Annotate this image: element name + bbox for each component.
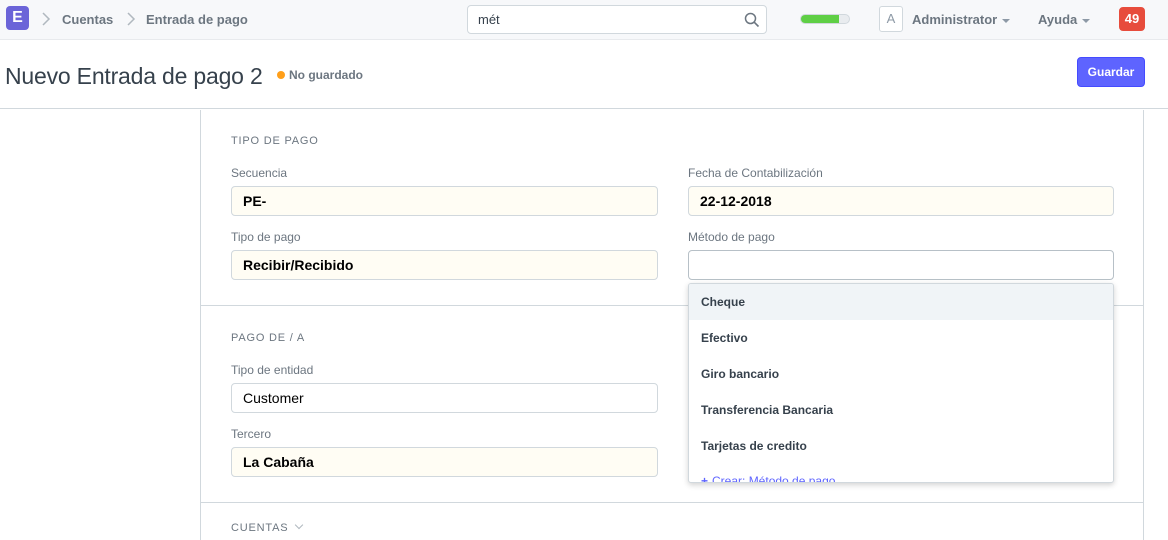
- app-logo[interactable]: E: [6, 6, 29, 30]
- metodo-de-pago-dropdown: Cheque Efectivo Giro bancario Transferen…: [688, 283, 1114, 483]
- avatar[interactable]: A: [879, 6, 903, 32]
- tercero-field[interactable]: La Cabaña: [231, 447, 658, 477]
- breadcrumb-entrada-de-pago[interactable]: Entrada de pago: [146, 12, 248, 27]
- status-dot-icon: [277, 71, 285, 79]
- search-input[interactable]: mét: [467, 5, 767, 34]
- fecha-label: Fecha de Contabilización: [688, 166, 823, 180]
- caret-down-icon: [1002, 18, 1011, 23]
- dropdown-item[interactable]: Transferencia Bancaria: [689, 392, 1113, 428]
- chevron-right-icon: [126, 11, 136, 27]
- user-name: Administrator: [912, 12, 998, 27]
- user-menu[interactable]: Administrator: [912, 12, 1011, 27]
- create-metodo-de-pago-option[interactable]: + Crear: Método de pago: [701, 474, 836, 483]
- progress-bar: [800, 14, 850, 24]
- save-button[interactable]: Guardar: [1077, 57, 1145, 87]
- search-icon[interactable]: [744, 12, 760, 28]
- section-title-tipo-de-pago: TIPO DE PAGO: [231, 135, 319, 147]
- dropdown-item[interactable]: Giro bancario: [689, 356, 1113, 392]
- help-label: Ayuda: [1038, 12, 1078, 27]
- tipo-de-pago-field[interactable]: Recibir/Recibido: [231, 250, 658, 280]
- caret-down-icon: [1082, 18, 1091, 23]
- status-indicator: No guardado: [289, 68, 363, 82]
- help-menu[interactable]: Ayuda: [1038, 12, 1091, 27]
- section-title-pago-de: PAGO DE / A: [231, 332, 306, 344]
- secuencia-field[interactable]: PE-: [231, 186, 658, 216]
- dropdown-item[interactable]: Efectivo: [689, 320, 1113, 356]
- section-divider: [201, 502, 1143, 503]
- progress-fill: [801, 15, 840, 23]
- notifications-badge[interactable]: 49: [1119, 7, 1145, 31]
- navbar: E Cuentas Entrada de pago mét A Administ…: [0, 0, 1168, 40]
- tipo-de-entidad-label: Tipo de entidad: [231, 363, 314, 377]
- chevron-right-icon: [41, 11, 51, 27]
- dropdown-item[interactable]: Cheque: [689, 284, 1113, 320]
- metodo-de-pago-field[interactable]: [688, 250, 1114, 280]
- dropdown-item[interactable]: Tarjetas de credito: [689, 428, 1113, 464]
- section-title-cuentas[interactable]: CUENTAS: [231, 520, 304, 534]
- secuencia-label: Secuencia: [231, 166, 288, 180]
- tipo-de-pago-label: Tipo de pago: [231, 230, 301, 244]
- chevron-down-icon: [295, 520, 304, 530]
- tipo-de-entidad-field[interactable]: Customer: [231, 383, 658, 413]
- page-title: Nuevo Entrada de pago 2: [5, 63, 263, 89]
- plus-icon: +: [701, 474, 709, 483]
- page-head: Nuevo Entrada de pago 2 No guardado Guar…: [0, 41, 1168, 109]
- search-value: mét: [478, 12, 500, 27]
- metodo-de-pago-label: Método de pago: [688, 230, 775, 244]
- tercero-label: Tercero: [231, 427, 272, 441]
- create-label: Crear: Método de pago: [712, 474, 836, 483]
- section-title-cuentas-label: CUENTAS: [231, 522, 289, 534]
- breadcrumb-cuentas[interactable]: Cuentas: [62, 12, 113, 27]
- fecha-field[interactable]: 22-12-2018: [688, 186, 1114, 216]
